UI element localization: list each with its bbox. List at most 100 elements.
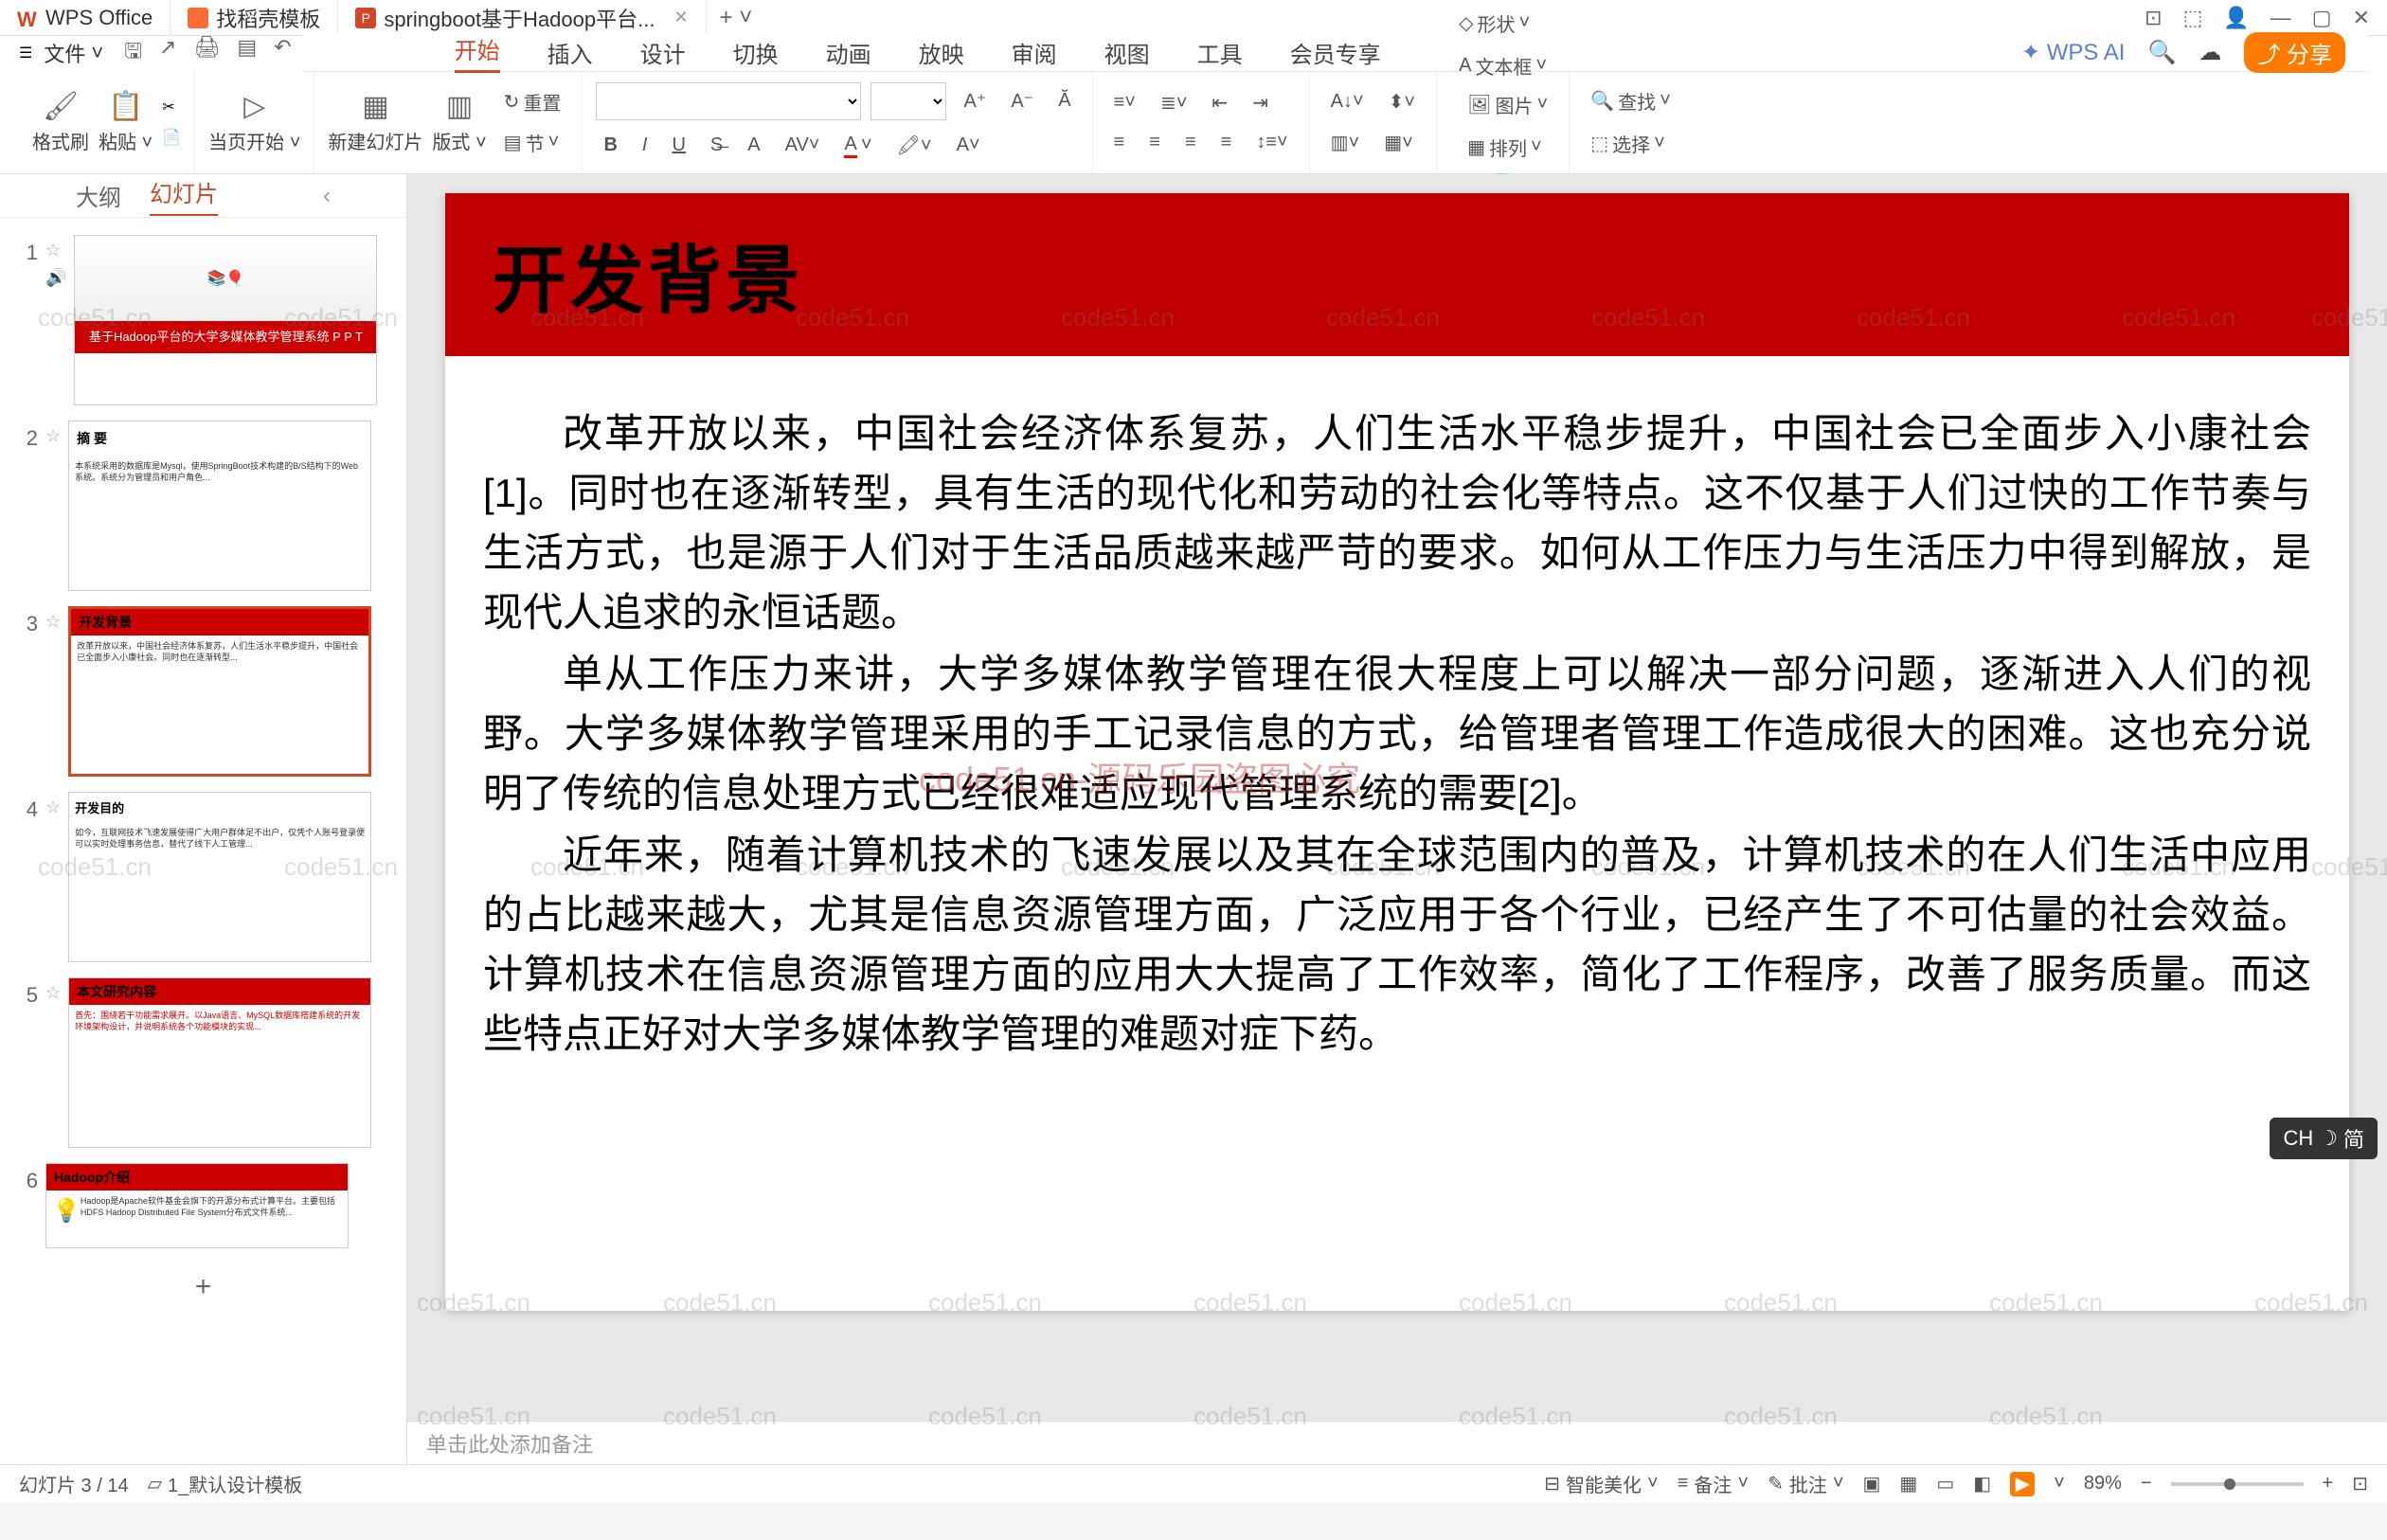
- font-size-select[interactable]: [870, 82, 946, 120]
- close-icon[interactable]: ✕: [673, 8, 688, 27]
- format-painter-button[interactable]: 🖌格式刷: [32, 90, 89, 154]
- zoom-slider[interactable]: [2171, 1482, 2304, 1486]
- thumbnail[interactable]: 摘 要 本系统采用的数据库是Mysql，使用SpringBoot技术构建的B/S…: [68, 421, 371, 591]
- notes-view-icon[interactable]: ◧: [1973, 1472, 1991, 1495]
- thumbnail[interactable]: Hadoop介绍 💡Hadoop是Apache软件基金会旗下的开源分布式计算平台…: [45, 1163, 349, 1248]
- find-button[interactable]: 🔍 查找 ˅: [1583, 83, 1678, 118]
- font-color-icon[interactable]: A˅: [836, 130, 879, 162]
- spacing-icon[interactable]: AV˅: [778, 131, 828, 160]
- align-text-icon[interactable]: ⬍˅: [1381, 86, 1423, 117]
- textbox-button[interactable]: A 文本框 ˅: [1451, 48, 1554, 83]
- reset-button[interactable]: ↻ 重置: [496, 84, 569, 119]
- tab-template[interactable]: 找稻壳模板: [170, 0, 338, 36]
- reading-view-icon[interactable]: ▭: [1936, 1472, 1954, 1495]
- indent-dec-icon[interactable]: ⇤: [1204, 87, 1235, 118]
- thumbnail[interactable]: 本文研究内容 首先：围绕若干功能需求展开。以Java语言、MySQL数据库搭建系…: [68, 977, 371, 1148]
- zoom-in-icon[interactable]: +: [2323, 1473, 2334, 1495]
- bold-icon[interactable]: B: [596, 131, 624, 160]
- numbering-icon[interactable]: ≣˅: [1153, 87, 1194, 118]
- tab-show[interactable]: 放映: [919, 36, 964, 69]
- from-current-button[interactable]: ▷当页开始 ˅: [208, 90, 300, 154]
- tab-tools[interactable]: 工具: [1197, 36, 1243, 69]
- convert-icon[interactable]: ▦˅: [1376, 127, 1421, 158]
- highlight-icon[interactable]: 🖍˅: [889, 130, 940, 161]
- text-direction-icon[interactable]: A↓˅: [1323, 87, 1372, 116]
- thumb-row[interactable]: 2 ☆ 摘 要 本系统采用的数据库是Mysql，使用SpringBoot技术构建…: [0, 413, 406, 599]
- layout-button[interactable]: ▥版式 ˅: [432, 90, 486, 154]
- slideshow-button[interactable]: ▶: [2010, 1472, 2035, 1496]
- preview-icon[interactable]: ▤: [237, 35, 257, 71]
- section-button[interactable]: ▤ 节 ˅: [496, 125, 569, 160]
- avatar-icon[interactable]: 👤: [2223, 6, 2249, 30]
- tab-member[interactable]: 会员专享: [1290, 36, 1381, 69]
- thumb-row[interactable]: 5 ☆ 本文研究内容 首先：围绕若干功能需求展开。以Java语言、MySQL数据…: [0, 970, 406, 1155]
- clear-format-icon[interactable]: Ă: [1050, 86, 1078, 116]
- star-icon[interactable]: ☆: [45, 797, 61, 817]
- align-right-icon[interactable]: ≡: [1177, 128, 1204, 157]
- underline-icon[interactable]: U: [664, 131, 692, 160]
- close-window-icon[interactable]: ✕: [2353, 6, 2370, 30]
- canvas-scroll[interactable]: 开发背景 改革开放以来，中国社会经济体系复苏，人们生活水平稳步提升，中国社会已全…: [407, 174, 2387, 1421]
- columns-icon[interactable]: ▥˅: [1323, 127, 1368, 158]
- ime-indicator[interactable]: CH ☽ 简: [2270, 1118, 2378, 1159]
- paste-button[interactable]: 📋粘贴 ˅: [99, 90, 153, 154]
- normal-view-icon[interactable]: ▣: [1863, 1472, 1881, 1495]
- thumb-row[interactable]: 1 ☆🔊 📚🎈 基于Hadoop平台的大学多媒体教学管理系统 P P T: [0, 227, 406, 413]
- zoom-level[interactable]: 89%: [2084, 1473, 2122, 1495]
- tab-transition[interactable]: 切换: [733, 36, 779, 69]
- search-icon[interactable]: 🔍: [2147, 39, 2176, 66]
- star-icon[interactable]: ☆: [45, 983, 61, 1003]
- cut-icon[interactable]: ✂: [162, 98, 181, 116]
- outline-tab[interactable]: 大纲: [76, 179, 121, 212]
- shape-button[interactable]: ◇ 形状 ˅: [1451, 6, 1554, 41]
- tab-view[interactable]: 视图: [1104, 36, 1150, 69]
- new-slide-button[interactable]: ▦新建幻灯片: [328, 90, 422, 154]
- strike-icon[interactable]: S̶: [703, 131, 730, 160]
- wps-ai-button[interactable]: ✦ WPS AI: [2021, 39, 2125, 66]
- new-tab-button[interactable]: + ˅: [707, 5, 766, 31]
- share-button[interactable]: ⤴ 分享: [2244, 32, 2345, 73]
- line-spacing-icon[interactable]: ↕≡˅: [1248, 128, 1295, 157]
- align-justify-icon[interactable]: ≡: [1213, 128, 1240, 157]
- maximize-icon[interactable]: ▢: [2312, 6, 2332, 30]
- minimize-icon[interactable]: —: [2270, 6, 2291, 30]
- align-center-icon[interactable]: ≡: [1141, 128, 1168, 157]
- tab-start[interactable]: 开始: [455, 32, 500, 73]
- window-list-icon[interactable]: ⊡: [2145, 6, 2162, 30]
- tab-document[interactable]: P springboot基于Hadoop平台... ✕: [338, 0, 706, 36]
- star-icon[interactable]: ☆: [45, 426, 61, 446]
- indent-inc-icon[interactable]: ⇥: [1245, 87, 1276, 118]
- star-icon[interactable]: ☆: [45, 612, 61, 632]
- thumbnail[interactable]: 📚🎈 基于Hadoop平台的大学多媒体教学管理系统 P P T: [74, 235, 377, 405]
- notes-button[interactable]: ≡ 备注 ˅: [1678, 1470, 1749, 1497]
- tab-design[interactable]: 设计: [640, 36, 686, 69]
- tab-review[interactable]: 审阅: [1012, 36, 1057, 69]
- slideshow-dropdown-icon[interactable]: ˅: [2054, 1473, 2065, 1495]
- slides-tab[interactable]: 幻灯片: [150, 175, 218, 216]
- thumb-row[interactable]: 3 ☆ 开发背景 改革开放以来，中国社会经济体系复苏，人们生活水平稳步提升，中国…: [0, 599, 406, 784]
- slide-title-box[interactable]: 开发背景: [445, 193, 2349, 356]
- tab-insert[interactable]: 插入: [547, 36, 593, 69]
- bullets-icon[interactable]: ≡˅: [1106, 88, 1143, 117]
- cloud-icon[interactable]: ☁: [2199, 39, 2221, 66]
- slide-body[interactable]: 改革开放以来，中国社会经济体系复苏，人们生活水平稳步提升，中国社会已全面步入小康…: [445, 356, 2349, 1113]
- copy-icon[interactable]: 📄: [162, 128, 181, 147]
- template-name[interactable]: ▱ 1_默认设计模板: [148, 1470, 303, 1497]
- sorter-view-icon[interactable]: ▦: [1899, 1472, 1917, 1495]
- thumb-row[interactable]: 4 ☆ 开发目的 如今，互联网技术飞速发展使得广大用户群体足不出户，仅凭个人账号…: [0, 784, 406, 970]
- speaker-icon[interactable]: 🔊: [45, 268, 66, 288]
- grow-font-icon[interactable]: A⁺: [956, 85, 994, 116]
- tab-animation[interactable]: 动画: [826, 36, 871, 69]
- zoom-out-icon[interactable]: −: [2141, 1473, 2152, 1495]
- beautify-button[interactable]: ⊟ 智能美化 ˅: [1544, 1470, 1658, 1497]
- save-icon[interactable]: 🖫: [124, 35, 142, 71]
- thumb-row[interactable]: 6 Hadoop介绍 💡Hadoop是Apache软件基金会旗下的开源分布式计算…: [0, 1155, 406, 1256]
- undo-icon[interactable]: ↶: [274, 35, 291, 71]
- add-slide-button[interactable]: +: [0, 1256, 406, 1318]
- shadow-icon[interactable]: A: [740, 131, 767, 160]
- menu-icon[interactable]: ☰: [19, 44, 32, 63]
- comments-button[interactable]: ✎ 批注 ˅: [1768, 1470, 1843, 1497]
- thumbnail-selected[interactable]: 开发背景 改革开放以来，中国社会经济体系复苏，人们生活水平稳步提升，中国社会已全…: [68, 606, 371, 777]
- italic-icon[interactable]: I: [635, 131, 655, 160]
- thumbnail[interactable]: 开发目的 如今，互联网技术飞速发展使得广大用户群体足不出户，仅凭个人账号登录便可…: [68, 792, 371, 962]
